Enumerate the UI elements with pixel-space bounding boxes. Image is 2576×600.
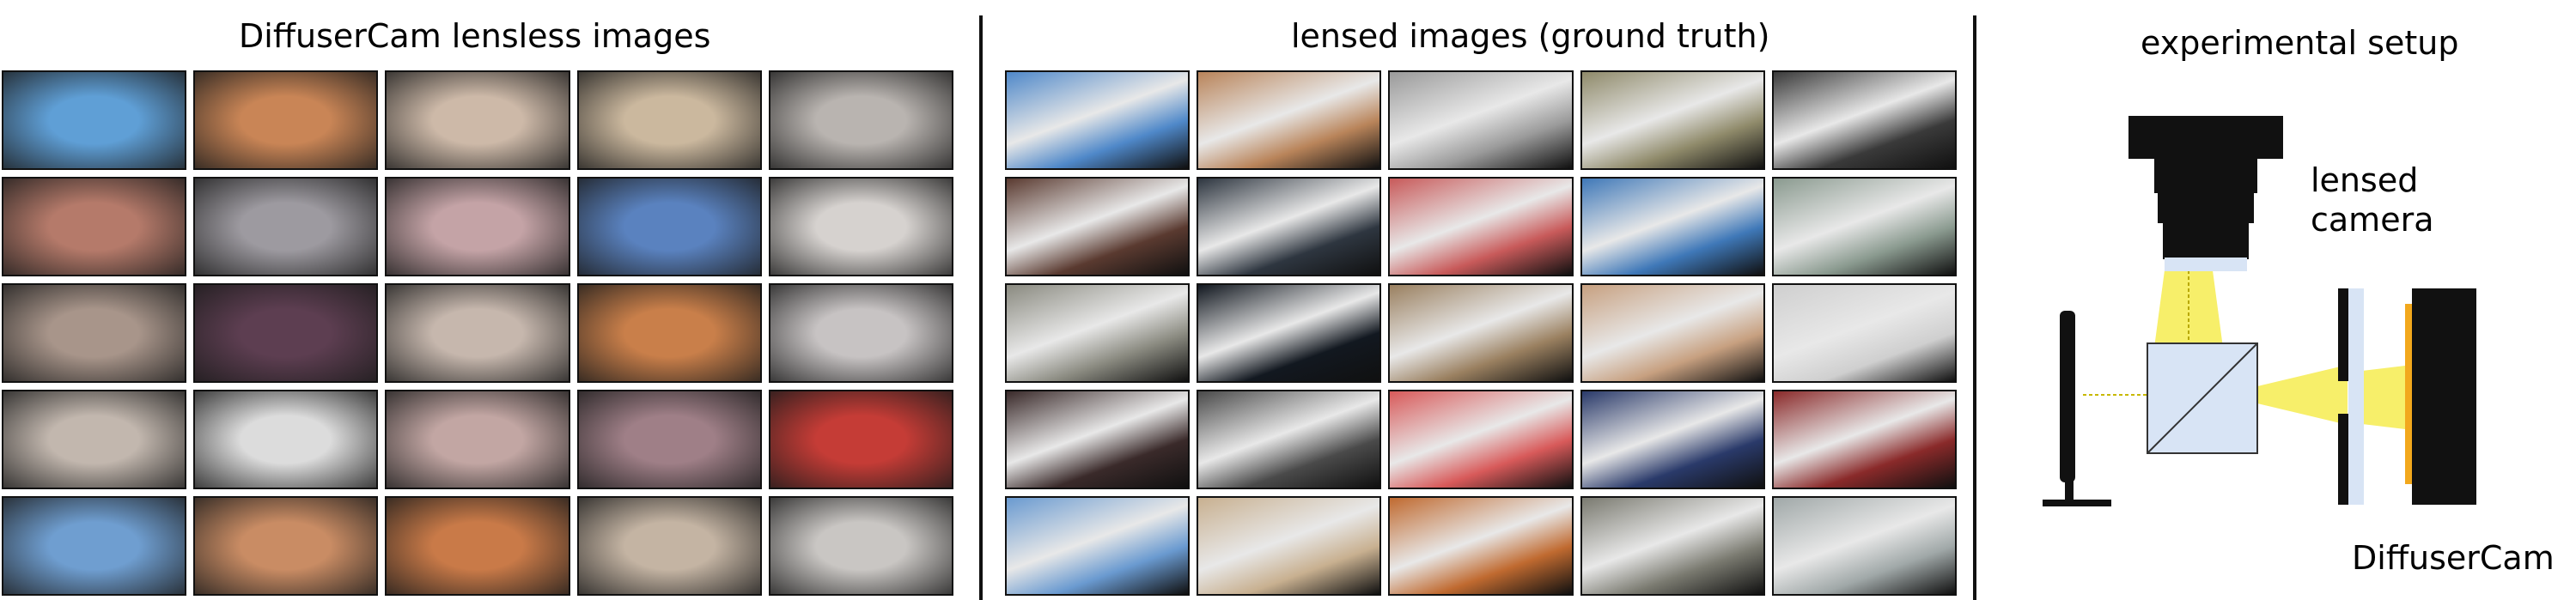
monitor-neck: [2065, 476, 2074, 502]
camera-lens-glass: [2165, 258, 2247, 271]
sensor-beam: [2362, 366, 2405, 429]
camera-lens-lower: [2163, 223, 2249, 259]
diffuser-beam: [2257, 365, 2348, 425]
monitor-screen: [2060, 311, 2075, 482]
camera-lens-ring: [2158, 193, 2254, 223]
camera-lens-upper: [2154, 159, 2257, 193]
camera-body: [2128, 116, 2283, 159]
lensed-camera-label-line2: camera: [2311, 201, 2434, 239]
monitor-base: [2043, 500, 2111, 506]
diffusercam-body: [2412, 288, 2476, 505]
diffuser-mount-top: [2338, 288, 2350, 381]
experimental-setup-diagram: [2043, 116, 2476, 506]
diffuser-mount-bottom: [2338, 414, 2350, 505]
diffuser-element: [2348, 288, 2364, 505]
diffusercam-label: DiffuserCam: [2352, 539, 2555, 577]
lensed-camera-label-line1: lensed: [2311, 161, 2419, 199]
